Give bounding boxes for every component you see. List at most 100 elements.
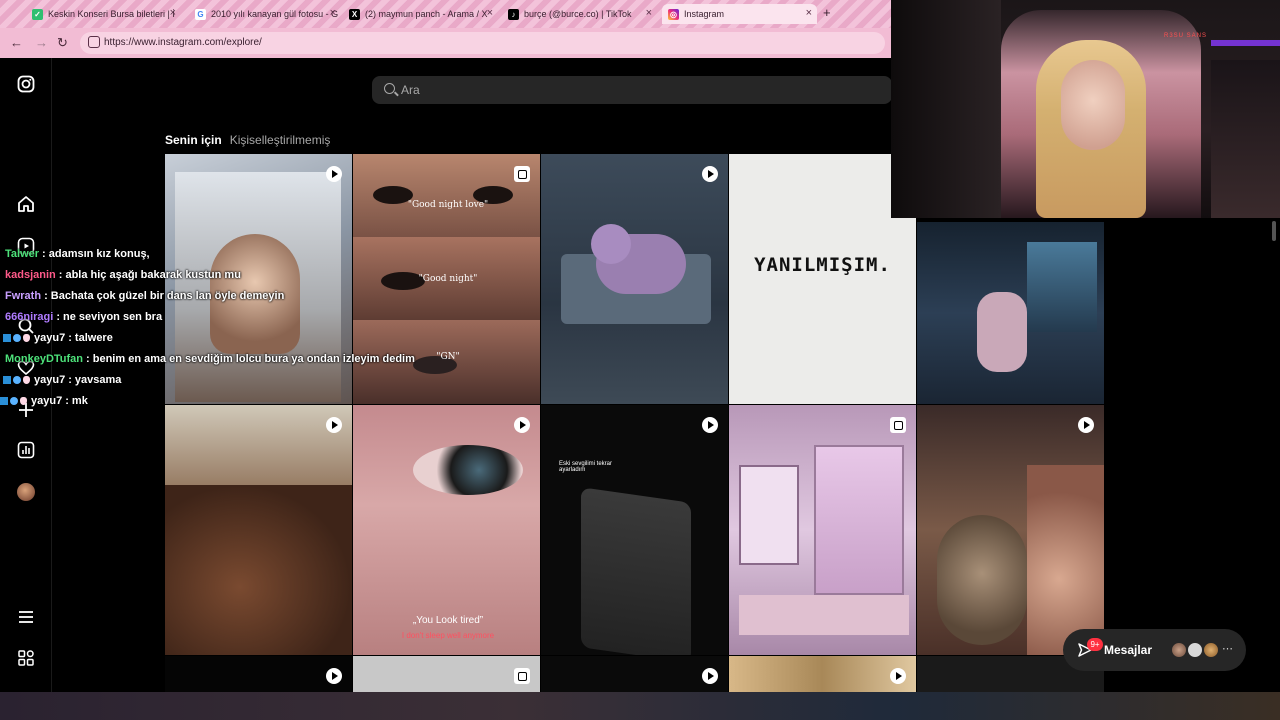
browser-tab[interactable]: ✓ Keskin Konseri Bursa biletleri | İ × — [26, 4, 181, 24]
close-icon[interactable]: × — [646, 7, 652, 19]
explore-post[interactable] — [165, 656, 352, 692]
webcam-tag: R3SU SANS — [1164, 33, 1208, 39]
chat-text: : ne seviyon sen bra — [56, 311, 163, 323]
chat-username: kadsjanin — [5, 269, 56, 281]
reel-icon — [326, 668, 342, 684]
chat-text: : yavsama — [68, 374, 122, 386]
search-input[interactable]: Ara — [372, 76, 892, 104]
post-caption: YANILMIŞIM. — [754, 254, 891, 276]
avatar — [1171, 642, 1187, 658]
close-icon[interactable]: × — [170, 7, 176, 19]
reload-icon[interactable]: ↻ — [57, 35, 68, 51]
messages-label: Mesajlar — [1104, 643, 1153, 657]
chat-username: yayu7 — [31, 395, 63, 407]
explore-post[interactable] — [917, 405, 1104, 655]
new-tab-button[interactable]: + — [823, 5, 831, 20]
browser-tab[interactable]: ♪ burçe (@burce.co) | TikTok × — [502, 4, 657, 24]
explore-post[interactable] — [541, 154, 728, 404]
search-icon — [384, 83, 395, 94]
profile-avatar[interactable] — [16, 482, 36, 502]
tab-title: (2) maymun panch - Arama / X — [365, 9, 488, 19]
browser-tab[interactable]: G 2010 yılı kanayan gül fotosu - G × — [189, 4, 341, 24]
post-caption: „You Look tired” — [412, 615, 484, 626]
reel-icon — [326, 166, 342, 182]
url-input[interactable]: https://www.instagram.com/explore/ — [80, 32, 885, 54]
chat-message: yayu7: mk — [0, 391, 430, 412]
tab-title: 2010 yılı kanayan gül fotosu - G — [211, 9, 339, 19]
chat-text: : talwere — [68, 332, 113, 344]
insights-icon[interactable] — [16, 440, 36, 460]
chat-username: yayu7 — [34, 374, 66, 386]
more-icon[interactable]: ⋯ — [1222, 642, 1233, 655]
tab-non-personalized[interactable]: Kişiselleştirilmemiş — [230, 133, 331, 147]
chat-message: kadsjanin: abla hiç aşağı bakarak kustun… — [0, 265, 430, 286]
reel-icon — [514, 417, 530, 433]
close-icon[interactable]: × — [330, 7, 336, 19]
explore-post[interactable] — [353, 656, 540, 692]
instagram-icon: ◎ — [668, 8, 679, 20]
reel-icon — [702, 668, 718, 684]
chat-text: : mk — [65, 395, 88, 407]
webcam-overlay: R3SU SANS — [891, 0, 1280, 218]
messages-button[interactable]: 9+ Mesajlar ⋯ — [1063, 629, 1246, 671]
scrollbar[interactable] — [1272, 221, 1276, 241]
screen: ✓ Keskin Konseri Bursa biletleri | İ × G… — [0, 0, 1280, 720]
chat-badges — [0, 391, 27, 412]
tab-title: Keskin Konseri Bursa biletleri | İ — [48, 9, 175, 19]
carousel-icon — [514, 166, 530, 182]
address-bar: ← → ↻ https://www.instagram.com/explore/ — [0, 28, 891, 58]
post-subcaption: I don't sleep well anymore — [401, 631, 495, 640]
explore-post[interactable] — [541, 656, 728, 692]
instagram-logo-icon[interactable] — [16, 74, 36, 94]
explore-post[interactable] — [917, 222, 1104, 404]
explore-post[interactable] — [729, 405, 916, 655]
chat-username: Talwer — [5, 248, 40, 260]
post-caption: "Good night love" — [407, 200, 489, 210]
chat-text: : adamsın kız konuş, — [42, 248, 150, 260]
reel-icon — [702, 166, 718, 182]
chat-text: : abla hiç aşağı bakarak kustun mu — [58, 269, 241, 281]
tiktok-icon: ♪ — [508, 8, 519, 20]
explore-post[interactable] — [165, 405, 352, 655]
reel-icon — [326, 417, 342, 433]
forward-icon: → — [35, 35, 48, 50]
tab-title: Instagram — [684, 9, 725, 19]
back-icon[interactable]: ← — [10, 35, 23, 50]
google-icon: G — [195, 8, 206, 20]
browser-tab-active[interactable]: ◎ Instagram × — [662, 4, 817, 24]
tab-title: burçe (@burce.co) | TikTok — [524, 9, 632, 19]
stream-chat-overlay: Talwer: adamsın kız konuş, kadsjanin: ab… — [0, 244, 430, 412]
explore-filter-tabs: Senin için Kişiselleştirilmemiş — [165, 133, 330, 147]
explore-post[interactable] — [729, 656, 916, 692]
chat-message: Talwer: adamsın kız konuş, — [0, 244, 430, 265]
browser-tab-bar: ✓ Keskin Konseri Bursa biletleri | İ × G… — [0, 0, 891, 28]
chat-message: yayu7: yavsama — [0, 370, 430, 391]
explore-post[interactable]: Eski sevgilimi tekrar ayarladım — [541, 405, 728, 655]
desktop-background — [0, 692, 1280, 720]
carousel-icon — [890, 417, 906, 433]
chat-message: MonkeyDTufan: benim en ama en sevdiğim l… — [0, 349, 430, 370]
browser-tab[interactable]: X (2) maymun panch - Arama / X × — [343, 4, 498, 24]
chat-message: 666niragi: ne seviyon sen bra — [0, 307, 430, 328]
explore-post[interactable]: „You Look tired” I don't sleep well anym… — [353, 405, 540, 655]
tab-for-you[interactable]: Senin için — [165, 133, 222, 147]
search-placeholder: Ara — [401, 83, 420, 97]
reel-icon — [890, 668, 906, 684]
site-info-icon[interactable] — [88, 36, 100, 48]
close-icon[interactable]: × — [487, 7, 493, 19]
message-count-badge: 9+ — [1087, 638, 1103, 651]
more-apps-icon[interactable] — [16, 648, 36, 668]
chat-username: Fwrath — [5, 290, 42, 302]
close-icon[interactable]: × — [806, 7, 812, 19]
avatar — [1203, 642, 1219, 658]
chat-username: MonkeyDTufan — [5, 353, 84, 365]
chat-message: yayu7: talwere — [0, 328, 430, 349]
home-icon[interactable] — [16, 194, 36, 214]
carousel-icon — [514, 668, 530, 684]
menu-icon[interactable] — [16, 607, 36, 627]
chat-username: 666niragi — [5, 311, 54, 323]
ticket-icon: ✓ — [32, 8, 43, 20]
explore-post[interactable]: YANILMIŞIM. — [729, 154, 916, 404]
chat-badges — [3, 370, 30, 391]
chat-username: yayu7 — [34, 332, 66, 344]
